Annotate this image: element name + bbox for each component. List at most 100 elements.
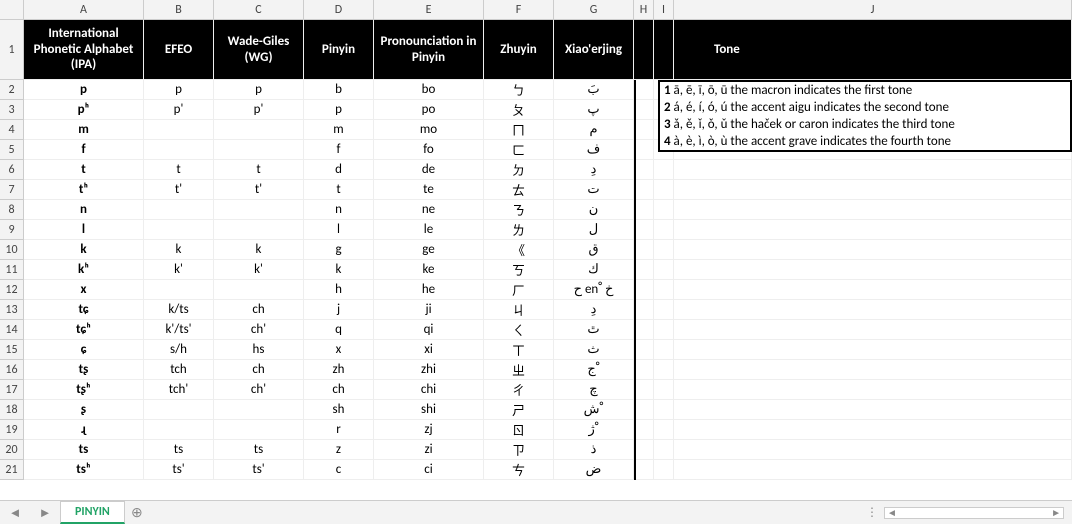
cell-A-5[interactable]: f [24,140,144,160]
cell-H-5[interactable] [634,140,654,160]
cell-F-3[interactable]: ㄆ [484,100,554,120]
cell-G-6[interactable]: دِ [554,160,634,180]
header-pron[interactable]: Pronounciation in Pinyin [374,20,484,80]
cell-E-15[interactable]: xi [374,340,484,360]
header-i[interactable] [654,20,674,80]
row-header-3[interactable]: 3 [0,100,24,120]
cell-B-12[interactable] [144,280,214,300]
cell-C-13[interactable]: ch [214,300,304,320]
cell-B-11[interactable]: k' [144,260,214,280]
cell-F-5[interactable]: ㄈ [484,140,554,160]
cell-F-21[interactable]: ㄘ [484,460,554,480]
cell-F-16[interactable]: ㄓ [484,360,554,380]
cell-E-5[interactable]: fo [374,140,484,160]
cell-D-2[interactable]: b [304,80,374,100]
cell-E-6[interactable]: de [374,160,484,180]
row-header-19[interactable]: 19 [0,420,24,440]
cell-I-13[interactable] [654,300,674,320]
add-sheet-button[interactable]: ⊕ [125,504,149,521]
cell-D-19[interactable]: r [304,420,374,440]
cell-A-20[interactable]: ts [24,440,144,460]
cell-E-19[interactable]: zj [374,420,484,440]
cell-B-3[interactable]: p' [144,100,214,120]
cell-B-10[interactable]: k [144,240,214,260]
col-header-F[interactable]: F [484,0,554,19]
cell-I-10[interactable] [654,240,674,260]
row-header-10[interactable]: 10 [0,240,24,260]
row-header-20[interactable]: 20 [0,440,24,460]
cell-G-2[interactable]: بَ [554,80,634,100]
cell-F-12[interactable]: ㄏ [484,280,554,300]
cell-E-17[interactable]: chi [374,380,484,400]
cell-B-13[interactable]: k/ts [144,300,214,320]
cell-D-17[interactable]: ch [304,380,374,400]
header-zhuyin[interactable]: Zhuyin [484,20,554,80]
cell-H-19[interactable] [634,420,654,440]
row-header-21[interactable]: 21 [0,460,24,480]
cell-C-10[interactable]: k [214,240,304,260]
row-header-16[interactable]: 16 [0,360,24,380]
cell-D-10[interactable]: g [304,240,374,260]
col-header-E[interactable]: E [374,0,484,19]
col-header-G[interactable]: G [554,0,634,19]
cell-I-14[interactable] [654,320,674,340]
cell-J-17[interactable] [674,380,1072,400]
select-all-corner[interactable] [0,0,24,19]
cell-J-20[interactable] [674,440,1072,460]
cell-E-4[interactable]: mo [374,120,484,140]
cell-H-16[interactable] [634,360,654,380]
cell-J-7[interactable] [674,180,1072,200]
cell-D-20[interactable]: z [304,440,374,460]
cell-H-21[interactable] [634,460,654,480]
cell-G-19[interactable]: ژ ْ [554,420,634,440]
cell-F-7[interactable]: ㄊ [484,180,554,200]
row-header-17[interactable]: 17 [0,380,24,400]
cell-H-10[interactable] [634,240,654,260]
cell-A-13[interactable]: tɕ [24,300,144,320]
cell-H-20[interactable] [634,440,654,460]
tone-note-4[interactable]: 4 à, è, ì, ò, ù the accent grave indicat… [660,133,1070,150]
sheet-tab-pinyin[interactable]: PINYIN [60,501,125,524]
cell-E-18[interactable]: shi [374,400,484,420]
cell-G-8[interactable]: ن [554,200,634,220]
cell-D-12[interactable]: h [304,280,374,300]
cell-E-20[interactable]: zi [374,440,484,460]
cell-G-7[interactable]: ت [554,180,634,200]
cell-A-11[interactable]: kʰ [24,260,144,280]
header-wg[interactable]: Wade-Giles (WG) [214,20,304,80]
row-header-12[interactable]: 12 [0,280,24,300]
header-xiaoerjing[interactable]: Xiao'erjing [554,20,634,80]
header-efeo[interactable]: EFEO [144,20,214,80]
cell-D-7[interactable]: t [304,180,374,200]
tone-note-2[interactable]: 2 á, é, í, ó, ú the accent aigu indicate… [660,99,1070,116]
cell-F-20[interactable]: ㄗ [484,440,554,460]
cell-C-17[interactable]: ch' [214,380,304,400]
cell-I-7[interactable] [654,180,674,200]
cell-F-19[interactable]: ㄖ [484,420,554,440]
cell-J-6[interactable] [674,160,1072,180]
cell-H-2[interactable] [634,80,654,100]
row-header-8[interactable]: 8 [0,200,24,220]
cell-D-15[interactable]: x [304,340,374,360]
cell-J-12[interactable] [674,280,1072,300]
cell-D-8[interactable]: n [304,200,374,220]
cell-G-4[interactable]: م [554,120,634,140]
cell-C-18[interactable] [214,400,304,420]
cell-B-21[interactable]: ts' [144,460,214,480]
cell-G-11[interactable]: ك [554,260,634,280]
cell-D-11[interactable]: k [304,260,374,280]
cell-E-16[interactable]: zhi [374,360,484,380]
cell-B-4[interactable] [144,120,214,140]
col-header-H[interactable]: H [634,0,654,19]
cell-G-14[interactable]: ٿ [554,320,634,340]
col-header-B[interactable]: B [144,0,214,19]
cell-G-18[interactable]: ش ْ [554,400,634,420]
cell-I-18[interactable] [654,400,674,420]
cell-I-17[interactable] [654,380,674,400]
cell-H-14[interactable] [634,320,654,340]
cell-C-5[interactable] [214,140,304,160]
cell-E-12[interactable]: he [374,280,484,300]
cell-B-18[interactable] [144,400,214,420]
cell-H-3[interactable] [634,100,654,120]
cell-G-3[interactable]: پ [554,100,634,120]
